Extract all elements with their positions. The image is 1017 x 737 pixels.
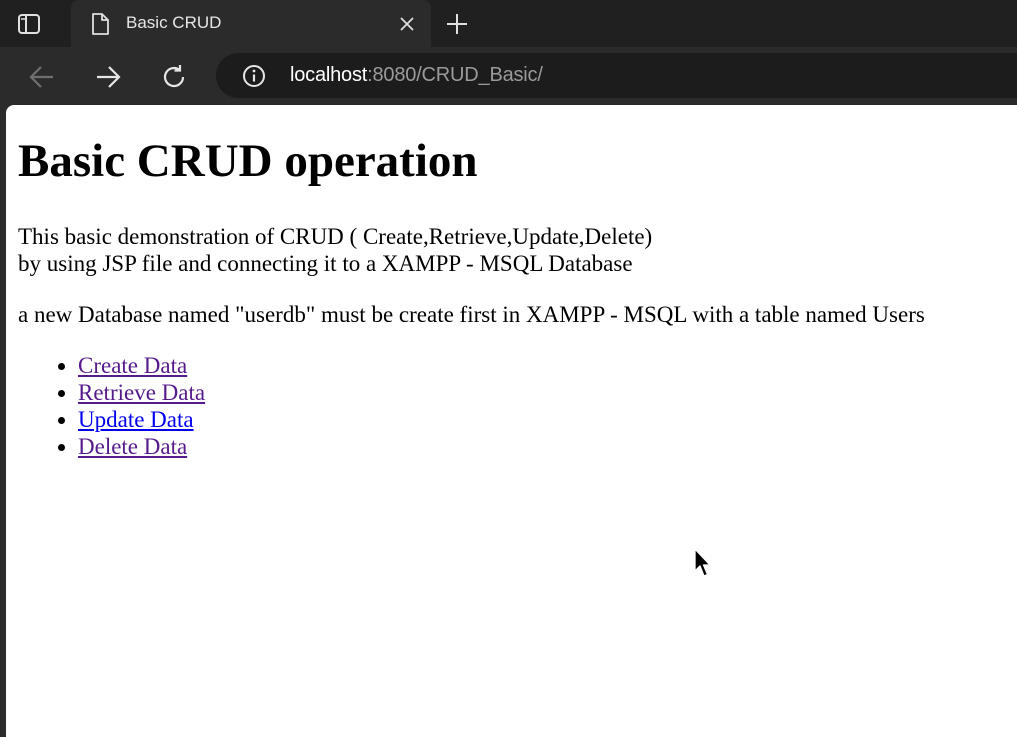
list-item: Create Data [78, 352, 205, 379]
info-icon[interactable] [242, 64, 266, 88]
intro-line-1: This basic demonstration of CRUD ( Creat… [18, 224, 653, 249]
url-path: :8080/CRUD_Basic/ [367, 64, 543, 86]
tab-strip: Basic CRUD [0, 0, 1017, 47]
refresh-icon[interactable] [160, 63, 188, 91]
tab-basic-crud[interactable]: Basic CRUD [71, 0, 431, 47]
tab-actions-icon [18, 14, 40, 34]
database-note: a new Database named "userdb" must be cr… [18, 302, 925, 327]
delete-data-link[interactable]: Delete Data [78, 434, 187, 459]
list-item: Retrieve Data [78, 379, 205, 406]
arrow-left-icon[interactable] [28, 63, 56, 91]
address-bar[interactable]: localhost:8080/CRUD_Basic/ [216, 53, 1017, 98]
arrow-right-icon[interactable] [94, 63, 122, 91]
close-icon[interactable] [399, 16, 415, 32]
tab-actions-button[interactable] [14, 11, 44, 37]
update-data-link[interactable]: Update Data [78, 407, 194, 432]
intro-paragraph: This basic demonstration of CRUD ( Creat… [18, 223, 652, 277]
tab-title: Basic CRUD [126, 13, 222, 32]
page-title: Basic CRUD operation [18, 135, 478, 187]
url-text[interactable]: localhost:8080/CRUD_Basic/ [290, 64, 543, 87]
crud-link-list: Create Data Retrieve Data Update Data De… [18, 352, 205, 460]
page-viewport: Basic CRUD operation This basic demonstr… [6, 105, 1017, 737]
list-item: Delete Data [78, 433, 205, 460]
plus-icon[interactable] [445, 12, 469, 36]
intro-line-2: by using JSP file and connecting it to a… [18, 251, 633, 276]
url-host: localhost [290, 64, 368, 86]
create-data-link[interactable]: Create Data [78, 353, 187, 378]
mouse-cursor-icon [694, 548, 711, 577]
page-icon [92, 13, 109, 35]
retrieve-data-link[interactable]: Retrieve Data [78, 380, 205, 405]
browser-toolbar: localhost:8080/CRUD_Basic/ [0, 47, 1017, 105]
list-item: Update Data [78, 406, 205, 433]
